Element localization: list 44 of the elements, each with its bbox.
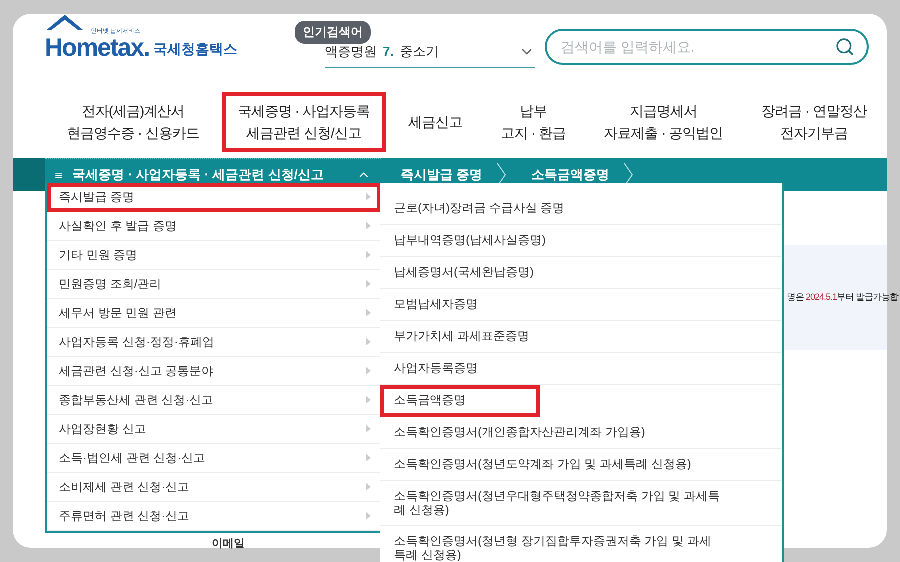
triangle-right-icon xyxy=(366,512,371,520)
nav-menu-item[interactable]: 납부 고지 · 환급 xyxy=(484,92,582,152)
logo-name: 국세청홈택스 xyxy=(154,41,238,59)
triangle-right-icon xyxy=(366,309,371,317)
notice-text: 명은 2024.5.1부터 발급가능합 xyxy=(787,291,899,304)
triangle-right-icon xyxy=(366,193,371,201)
certificate-menu-item[interactable]: 부가가치세 과세표준증명 xyxy=(380,321,782,353)
certificate-menu-item[interactable]: 소득확인증명서(청년우대형주택청약종합저축 가입 및 과세특례 신청용) xyxy=(380,481,782,526)
logo-wordmark[interactable]: Hometax. xyxy=(45,36,150,61)
triangle-right-icon xyxy=(366,483,371,491)
house-roof-icon xyxy=(45,13,85,31)
triangle-right-icon xyxy=(366,454,371,462)
nav-menu-item[interactable]: 장려금 · 연말정산 전자기부금 xyxy=(746,92,883,152)
search-icon[interactable] xyxy=(835,37,855,57)
certificate-menu-item[interactable]: 소득확인증명서(개인종합자산관리계좌 가입용) xyxy=(380,417,782,449)
certificate-menu-item[interactable]: 소득금액증명 xyxy=(380,385,540,417)
nav-menu-item[interactable]: 국세증명 · 사업자등록 세금관련 신청/신고 xyxy=(222,92,386,152)
submenu-item[interactable]: 종합부동산세 관련 신청·신고 xyxy=(47,386,381,415)
submenu-item[interactable]: 즉시발급 증명 xyxy=(47,183,381,212)
certificate-menu-item[interactable]: 근로(자녀)장려금 수급사실 증명 xyxy=(380,193,782,225)
email-label: 이메일 xyxy=(212,537,245,551)
certificate-menu-item[interactable]: 소득확인증명서(청년형 장기집합투자증권저축 가입 및 과세특례 신청용) xyxy=(380,526,782,562)
popular-search-term[interactable]: 7. 중소기 xyxy=(383,42,439,60)
certificate-menu-item[interactable]: 소득확인증명서(청년도약계좌 가입 및 과세특례 신청용) xyxy=(380,449,782,481)
triangle-right-icon xyxy=(366,425,371,433)
triangle-right-icon xyxy=(366,222,371,230)
certificate-menu-item[interactable]: 모범납세자증명 xyxy=(380,289,782,321)
popular-search-term[interactable]: 액증명원 xyxy=(325,42,377,60)
triangle-right-icon xyxy=(366,367,371,375)
certificate-menu-item[interactable]: 납세증명서(국세완납증명) xyxy=(380,257,782,289)
breadcrumb-step[interactable]: 소득금액증명 xyxy=(512,158,639,191)
triangle-right-icon xyxy=(366,338,371,346)
nav-menu-item[interactable]: 전자(세금)계산서 현금영수증 · 신용카드 xyxy=(51,92,216,152)
triangle-right-icon xyxy=(366,251,371,259)
breadcrumb-step[interactable]: 즉시발급 증명 xyxy=(381,158,512,191)
nav-menu-item[interactable]: 지급명세서 자료제출 · 공익법인 xyxy=(588,92,740,152)
certificate-menu-item[interactable]: 납부내역증명(납세사실증명) xyxy=(380,225,782,257)
popular-search-badge: 인기검색어 xyxy=(295,20,371,44)
triangle-right-icon xyxy=(366,280,371,288)
bar-segment xyxy=(13,158,45,191)
nav-menu-item[interactable]: 세금신고 xyxy=(392,103,479,141)
triangle-right-icon xyxy=(366,396,371,404)
certificate-menu-item[interactable]: 사업자등록증명 xyxy=(380,353,782,385)
search-field[interactable]: 검색어를 입력하세요. xyxy=(545,29,869,65)
